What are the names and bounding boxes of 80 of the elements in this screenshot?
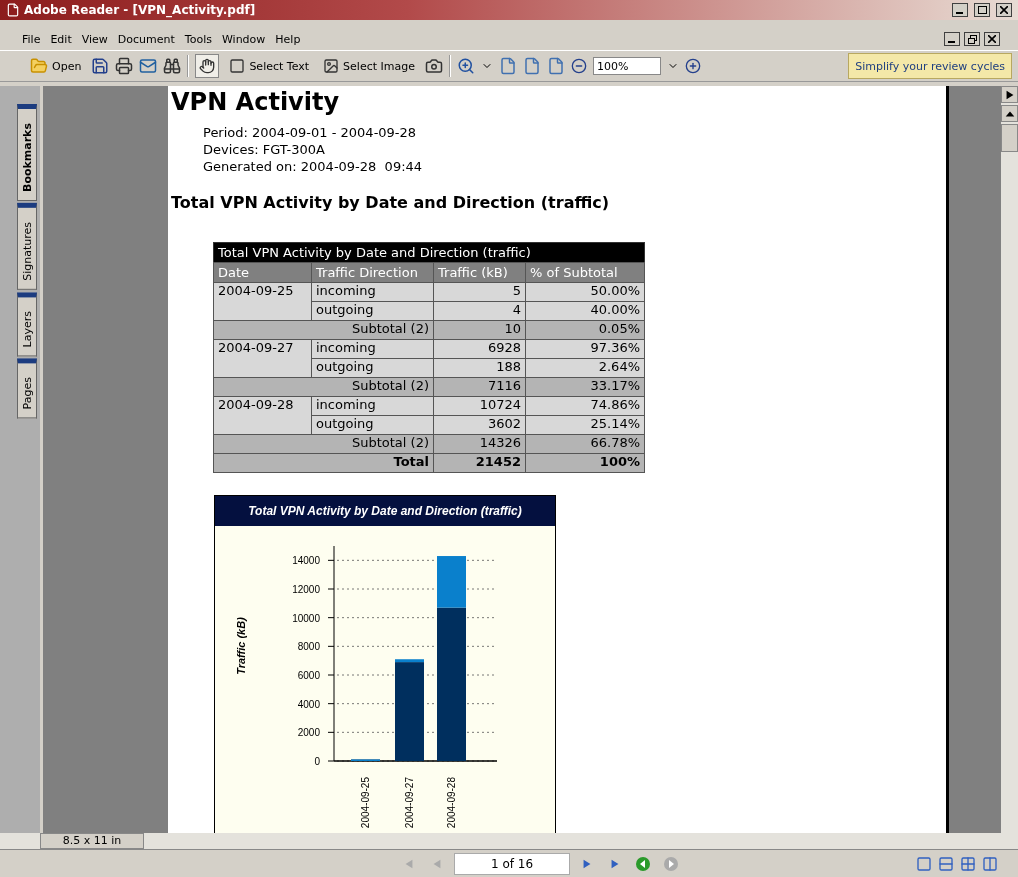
y-tick-label: 0 (314, 756, 320, 767)
table-title: Total VPN Activity by Date and Direction (traffic) (213, 242, 645, 263)
x-tick-label: 2004-09-25 (360, 777, 371, 829)
close-icon (1000, 6, 1008, 14)
table-cell: 2004-09-27 (213, 339, 312, 378)
page-size-label: 8.5 x 11 in (40, 833, 144, 849)
menu-item[interactable]: Window (217, 30, 270, 48)
next-page-button[interactable] (1001, 86, 1018, 103)
chart-title: Total VPN Activity by Date and Direction (traffic) (215, 496, 555, 526)
side-tab[interactable]: Bookmarks (17, 104, 37, 201)
zoom-out-icon[interactable] (570, 58, 587, 74)
page-number-field[interactable]: 1 of 16 (454, 852, 570, 875)
window-title: Adobe Reader - [VPN_Activity.pdf] (24, 3, 256, 17)
close-icon (988, 35, 996, 43)
section-heading: Total VPN Activity by Date and Direction (traffic) (171, 193, 611, 212)
hand-icon (199, 58, 216, 74)
page-icon[interactable] (498, 57, 517, 75)
y-axis-label: Traffic (kB) (235, 617, 247, 675)
facing-icon[interactable] (960, 855, 976, 872)
select-text-button[interactable]: Select Text (225, 54, 314, 78)
print-icon[interactable] (115, 57, 134, 75)
restore-icon (967, 34, 977, 44)
y-tick-label: 12000 (292, 584, 320, 595)
column-header: Traffic (kB) (433, 262, 526, 283)
report-meta-line: Period: 2004-09-01 - 2004-09-28 (203, 124, 418, 141)
binoculars-icon[interactable] (163, 57, 182, 75)
menu-item[interactable]: Document (113, 30, 179, 48)
y-tick-label: 6000 (297, 670, 320, 681)
page-icon[interactable] (546, 57, 565, 75)
report-meta-line: Devices: FGT-300A (203, 141, 326, 158)
menu-item[interactable]: View (77, 30, 112, 48)
column-header: Traffic Direction (311, 262, 434, 283)
open-button[interactable]: Open (26, 54, 86, 78)
continuous-icon[interactable] (938, 855, 954, 872)
document-title: VPN Activity (171, 87, 341, 116)
menu-item[interactable]: Edit (46, 30, 76, 48)
x-tick-label: 2004-09-28 (446, 777, 457, 829)
y-tick-label: 8000 (297, 641, 320, 653)
y-tick-label: 14000 (292, 555, 320, 567)
camera-icon[interactable] (424, 57, 443, 75)
close-button[interactable] (996, 3, 1012, 17)
menu-item[interactable]: Help (271, 30, 305, 48)
zoom-in-icon[interactable] (684, 58, 701, 74)
save-icon[interactable] (91, 57, 110, 75)
minimize-button[interactable] (952, 3, 968, 17)
promo-button[interactable]: Simplify your review cycles (848, 53, 1012, 79)
minimize-button[interactable] (944, 32, 960, 46)
side-tab[interactable]: Pages (17, 358, 37, 419)
continuous-facing-icon[interactable] (982, 855, 998, 872)
single-page-icon[interactable] (916, 855, 932, 872)
maximize-button[interactable] (974, 3, 990, 17)
restore-button[interactable] (964, 32, 980, 46)
zoom-field[interactable]: 100% (592, 57, 661, 75)
maximize-icon (977, 6, 987, 14)
forward-circle-icon (663, 855, 679, 872)
side-tab[interactable]: Signatures (17, 203, 37, 290)
menu-item[interactable]: File (18, 30, 45, 48)
folder-icon (30, 57, 48, 75)
image-icon (323, 58, 340, 74)
report-meta-line: Generated on: 2004-09-28 09:44 (203, 158, 424, 175)
close-button[interactable] (984, 32, 1000, 46)
back-circle-icon (635, 855, 651, 872)
side-tab[interactable]: Layers (17, 291, 37, 357)
x-tick-label: 2004-09-27 (404, 777, 415, 829)
hand-tool-button[interactable] (195, 54, 220, 78)
table-cell: 2004-09-25 (213, 282, 312, 321)
mail-icon[interactable] (139, 57, 158, 75)
document-icon (6, 3, 20, 17)
y-tick-label: 4000 (297, 698, 320, 710)
scroll-up-button[interactable] (1001, 105, 1018, 122)
page-icon[interactable] (522, 57, 541, 75)
column-header: % of Subtotal (525, 262, 645, 283)
table-cell: 2004-09-28 (213, 396, 312, 435)
column-header: Date (213, 262, 312, 283)
zoom-in-icon[interactable] (456, 57, 475, 75)
y-tick-label: 10000 (292, 612, 320, 624)
scroll-thumb[interactable] (1001, 124, 1018, 152)
select-image-button[interactable]: Select Image (319, 54, 419, 78)
menu-item[interactable]: Tools (180, 30, 216, 48)
y-tick-label: 2000 (297, 727, 320, 739)
